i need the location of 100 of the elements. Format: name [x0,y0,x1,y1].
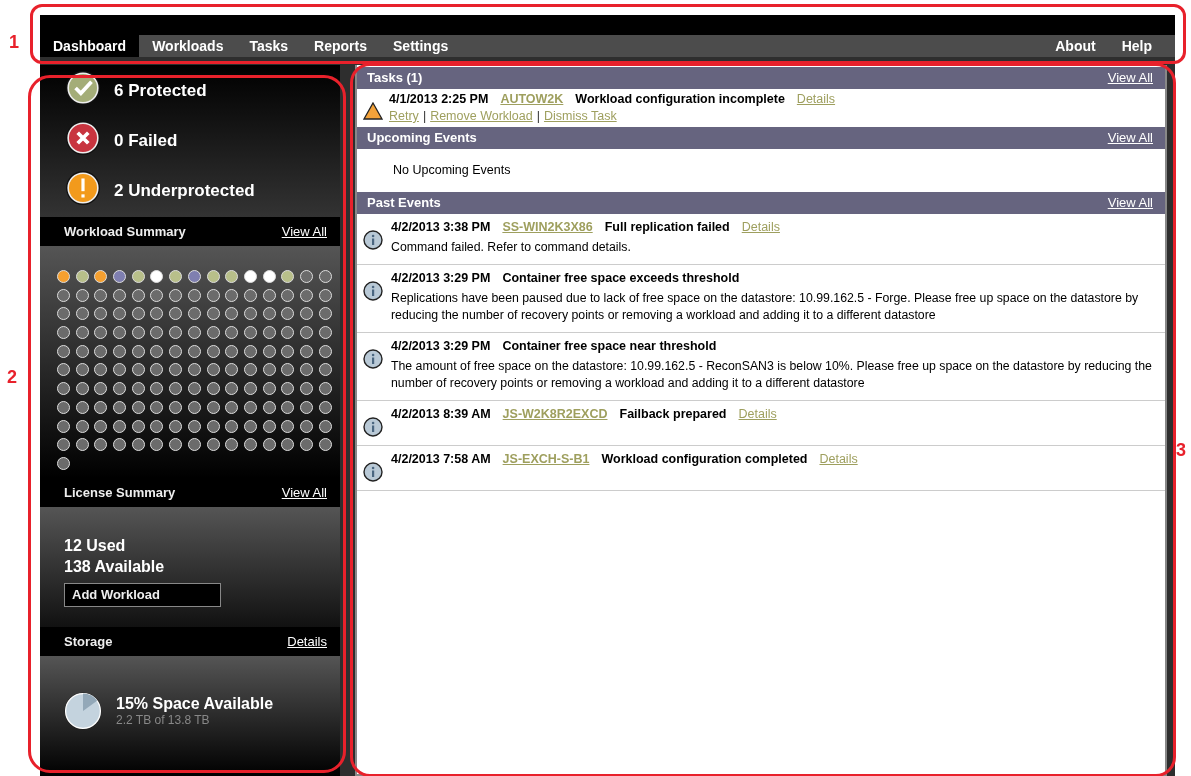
workload-dot[interactable] [57,456,70,470]
workload-dot[interactable] [131,400,145,414]
view-all-link[interactable]: View All [281,484,327,500]
workload-dot[interactable] [187,326,201,340]
workload-dot[interactable] [150,307,164,321]
nav-tab[interactable]: Workloads [139,35,237,57]
details-link[interactable]: Details [287,633,327,649]
workload-dot[interactable] [281,419,295,433]
workload-dot[interactable] [75,438,89,452]
workload-dot[interactable] [225,382,239,396]
workload-dot[interactable] [169,419,183,433]
workload-dot[interactable] [75,270,89,283]
workload-dot[interactable] [113,344,127,358]
details-link[interactable]: Details [738,407,777,421]
workload-dot[interactable] [169,363,183,377]
workload-dot[interactable] [187,438,201,452]
workload-dot[interactable] [94,419,108,433]
workload-dot[interactable] [113,326,127,340]
workload-dot[interactable] [243,344,257,358]
view-all-link[interactable]: View All [1107,195,1153,210]
workload-dot[interactable] [150,363,164,377]
workload-dot[interactable] [75,307,89,321]
workload-dot[interactable] [206,438,220,452]
workload-dot[interactable] [57,438,70,452]
workload-dot[interactable] [299,326,313,340]
workload-dot[interactable] [75,382,89,396]
workload-dot[interactable] [94,382,108,396]
workload-dot[interactable] [243,363,257,377]
workload-dot[interactable] [150,270,164,283]
workload-dot[interactable] [57,344,70,358]
workload-dot[interactable] [262,419,276,433]
workload-dot[interactable] [299,270,313,283]
workload-dot[interactable] [299,419,313,433]
workload-dot[interactable] [150,288,164,302]
workload-dot[interactable] [225,400,239,414]
workload-dot[interactable] [94,438,108,452]
workload-dot[interactable] [131,307,145,321]
workload-dot[interactable] [75,419,89,433]
nav-tab[interactable]: Settings [380,35,462,57]
view-all-link[interactable]: View All [1107,130,1153,145]
workload-dot[interactable] [318,363,332,377]
workload-dot[interactable] [243,419,257,433]
workload-dot[interactable] [94,288,108,302]
workload-dot[interactable] [169,270,183,283]
workload-dot[interactable] [206,382,220,396]
workload-dot[interactable] [57,419,70,433]
nav-link[interactable]: About [1042,35,1109,57]
workload-dot[interactable] [187,382,201,396]
nav-link[interactable]: Help [1108,35,1165,57]
workload-dot[interactable] [150,344,164,358]
workload-dot[interactable] [113,419,127,433]
workload-dot[interactable] [318,270,332,283]
workload-dot[interactable] [150,326,164,340]
workload-dot[interactable] [187,344,201,358]
nav-tab[interactable]: Reports [301,35,380,57]
nav-tab[interactable]: Tasks [236,35,302,57]
workload-dot[interactable] [57,400,70,414]
workload-dot[interactable] [225,326,239,340]
workload-dot[interactable] [262,288,276,302]
workload-dot[interactable] [57,270,70,283]
workload-dot[interactable] [281,288,295,302]
view-all-link[interactable]: View All [281,224,327,239]
workload-dot[interactable] [281,270,295,283]
workload-dot[interactable] [113,438,127,452]
workload-dot[interactable] [113,288,127,302]
workload-dot[interactable] [262,438,276,452]
workload-dot[interactable] [299,363,313,377]
workload-dot[interactable] [225,363,239,377]
workload-dot[interactable] [94,400,108,414]
workload-dot[interactable] [318,419,332,433]
workload-dot[interactable] [262,326,276,340]
workload-dot[interactable] [131,344,145,358]
task-action-link[interactable]: Remove Workload [430,109,533,123]
workload-dot[interactable] [169,326,183,340]
workload-dot[interactable] [57,382,70,396]
workload-dot[interactable] [113,363,127,377]
workload-dot[interactable] [94,363,108,377]
workload-dot[interactable] [206,363,220,377]
workload-dot[interactable] [262,270,276,283]
workload-dot[interactable] [243,400,257,414]
workload-dot[interactable] [318,382,332,396]
workload-dot[interactable] [318,307,332,321]
workload-dot[interactable] [225,419,239,433]
details-link[interactable]: Details [796,92,836,106]
workload-dot[interactable] [243,438,257,452]
workload-dot[interactable] [206,344,220,358]
workload-dot[interactable] [94,326,108,340]
workload-dot[interactable] [281,382,295,396]
nav-tab[interactable]: Dashboard [40,35,140,57]
workload-dot[interactable] [262,382,276,396]
workload-dot[interactable] [318,326,332,340]
workload-dot[interactable] [206,270,220,283]
workload-dot[interactable] [169,288,183,302]
workload-dot[interactable] [299,307,313,321]
workload-dot[interactable] [150,400,164,414]
workload-dot[interactable] [318,344,332,358]
workload-dot[interactable] [169,400,183,414]
workload-dot[interactable] [225,288,239,302]
workload-dot[interactable] [281,438,295,452]
workload-dot[interactable] [150,419,164,433]
